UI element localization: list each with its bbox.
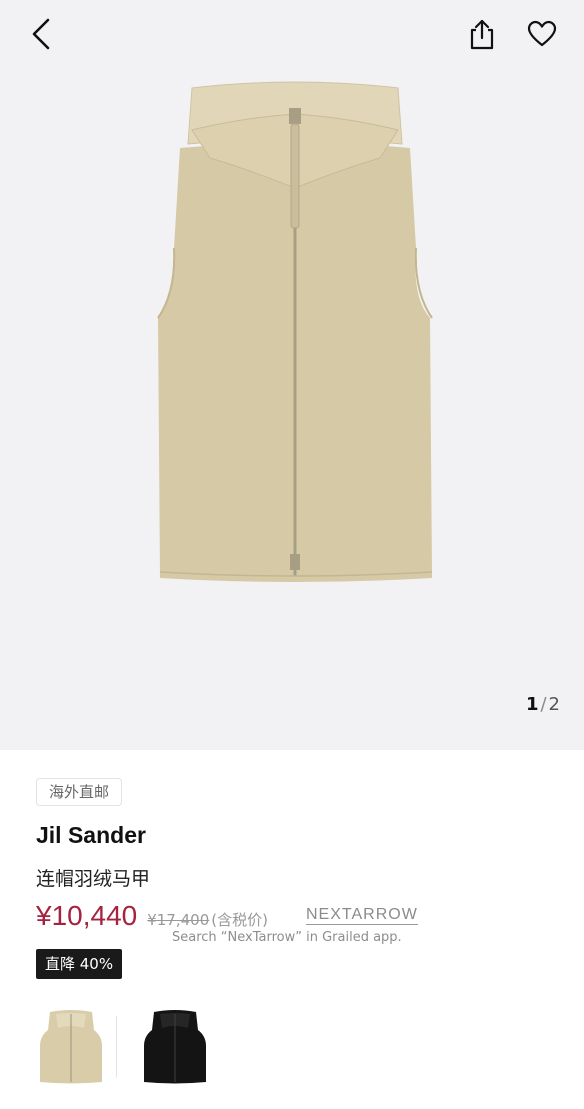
chevron-left-icon bbox=[32, 18, 50, 50]
swatch-black[interactable] bbox=[140, 1006, 210, 1086]
shipping-tag: 海外直邮 bbox=[36, 778, 123, 806]
favorite-button[interactable] bbox=[522, 14, 562, 54]
discount-badge: 直降 40% bbox=[36, 949, 123, 979]
counter-current: 1 bbox=[525, 694, 539, 715]
product-gallery[interactable]: 1/2 bbox=[0, 0, 584, 750]
watermark-text: Search “NexTarrow” in Grailed app. bbox=[172, 930, 402, 945]
image-counter: 1/2 bbox=[526, 694, 560, 715]
product-info: 海外直邮 Jil Sander 连帽羽绒马甲 ¥10,440 ¥17,400 (… bbox=[0, 750, 584, 1109]
counter-separator: / bbox=[540, 694, 547, 715]
watermark-logo: NEXTARROW bbox=[306, 906, 418, 923]
share-icon bbox=[470, 19, 494, 50]
product-image[interactable] bbox=[150, 78, 440, 588]
back-button[interactable] bbox=[22, 14, 62, 54]
watermark-underline bbox=[306, 924, 418, 925]
current-price: ¥10,440 bbox=[36, 900, 138, 931]
product-name: 连帽羽绒马甲 bbox=[36, 868, 151, 890]
heart-icon bbox=[527, 20, 557, 47]
color-swatches bbox=[36, 1006, 546, 1086]
counter-total: 2 bbox=[548, 694, 560, 715]
swatch-divider bbox=[116, 1016, 117, 1078]
swatch-beige[interactable] bbox=[36, 1006, 106, 1086]
share-button[interactable] bbox=[462, 14, 502, 54]
watermark: NEXTARROW Search “NexTarrow” in Grailed … bbox=[172, 902, 432, 948]
brand-name[interactable]: Jil Sander bbox=[36, 822, 146, 849]
top-bar bbox=[0, 0, 584, 70]
